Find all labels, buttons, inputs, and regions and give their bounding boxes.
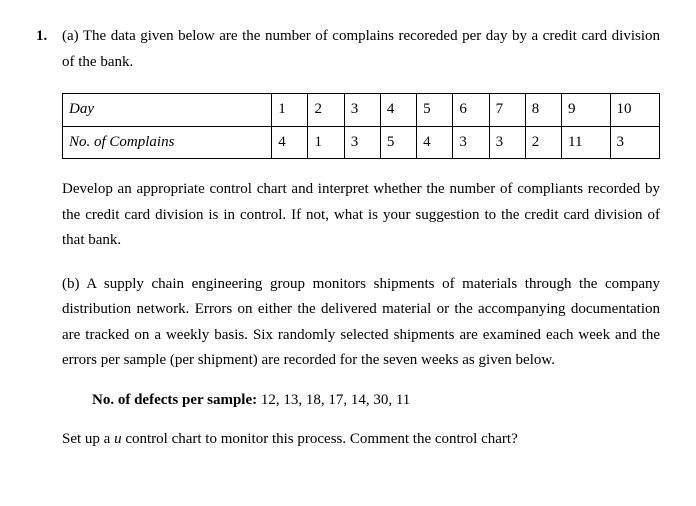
row-label-day: Day <box>63 94 272 127</box>
cell: 1 <box>272 94 308 127</box>
defects-label: No. of defects per sample: <box>92 392 257 408</box>
defects-values: 12, 13, 18, 17, 14, 30, 11 <box>257 392 410 408</box>
task-prefix: Set up a <box>62 431 114 447</box>
cell: 7 <box>489 94 525 127</box>
question-body: (a) The data given below are the number … <box>62 24 660 459</box>
document-page: 1. (a) The data given below are the numb… <box>0 0 696 483</box>
row-label-complains: No. of Complains <box>63 126 272 159</box>
cell: 3 <box>489 126 525 159</box>
cell: 9 <box>562 94 611 127</box>
table-row: Day 1 2 3 4 5 6 7 8 9 10 <box>63 94 660 127</box>
cell: 5 <box>380 126 416 159</box>
cell: 8 <box>525 94 561 127</box>
complaints-table: Day 1 2 3 4 5 6 7 8 9 10 No. of Complain… <box>62 93 660 159</box>
cell: 2 <box>525 126 561 159</box>
cell: 5 <box>417 94 453 127</box>
table-row: No. of Complains 4 1 3 5 4 3 3 2 11 3 <box>63 126 660 159</box>
defects-line: No. of defects per sample: 12, 13, 18, 1… <box>92 388 660 414</box>
task-suffix: control chart to monitor this process. C… <box>122 431 518 447</box>
cell: 3 <box>453 126 489 159</box>
cell: 2 <box>308 94 344 127</box>
part-b-task: Set up a u control chart to monitor this… <box>62 427 660 453</box>
cell: 10 <box>610 94 660 127</box>
cell: 3 <box>344 126 380 159</box>
cell: 6 <box>453 94 489 127</box>
cell: 3 <box>610 126 660 159</box>
part-a-task: Develop an appropriate control chart and… <box>62 177 660 254</box>
cell: 1 <box>308 126 344 159</box>
part-a-intro: (a) The data given below are the number … <box>62 24 660 75</box>
cell: 3 <box>344 94 380 127</box>
question-number: 1. <box>36 24 62 50</box>
cell: 11 <box>562 126 611 159</box>
section-gap <box>62 260 660 272</box>
cell: 4 <box>380 94 416 127</box>
cell: 4 <box>272 126 308 159</box>
part-b-intro: (b) A supply chain engineering group mon… <box>62 272 660 374</box>
u-variable: u <box>114 431 122 447</box>
cell: 4 <box>417 126 453 159</box>
question-block: 1. (a) The data given below are the numb… <box>36 24 660 459</box>
